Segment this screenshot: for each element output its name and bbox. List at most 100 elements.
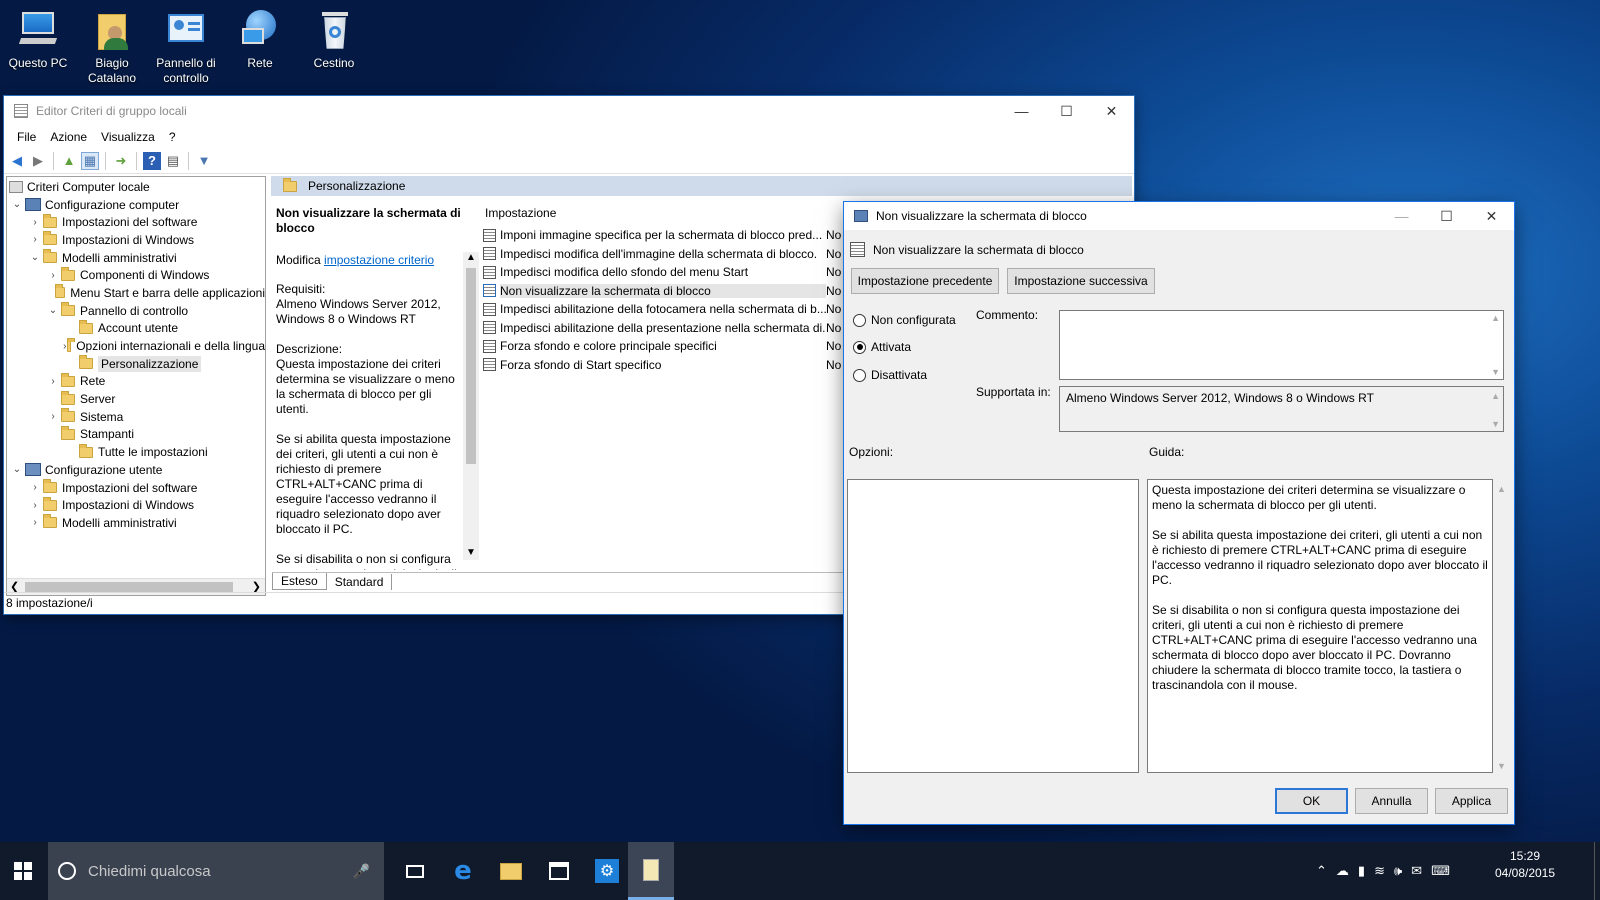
tab-standard[interactable]: Standard [327,573,393,590]
policy-row[interactable]: Impedisci abilitazione della presentazio… [483,319,845,338]
chevron-right-icon[interactable]: › [27,217,43,228]
gpedit-taskbar-button[interactable] [628,842,674,900]
tab-extended[interactable]: Esteso [272,573,327,590]
help-icon[interactable]: ? [143,151,161,170]
scroll-up-icon[interactable]: ▲ [466,252,476,263]
dialog-titlebar[interactable]: Non visualizzare la schermata di blocco … [844,202,1514,230]
action-center-icon[interactable]: ✉ [1411,863,1422,879]
tree-hscroll-thumb[interactable] [25,582,233,592]
tree-item-computer-config[interactable]: ⌄ Configurazione computer [7,196,265,214]
tree-item-server[interactable]: Server [7,390,265,408]
start-button[interactable] [0,842,46,900]
explorer-taskbar-button[interactable] [488,842,534,900]
power-plug-icon[interactable]: ▮ [1358,863,1365,879]
desktop-icon-control-panel[interactable]: Pannello di controllo [152,8,220,86]
tree-item-software-settings[interactable]: › Impostazioni del software [7,213,265,231]
up-folder-icon[interactable]: ▲ [60,152,78,170]
scroll-down-icon[interactable]: ▼ [1491,367,1500,377]
help-panel[interactable]: Questa impostazione dei criteri determin… [1147,479,1493,773]
scroll-up-icon[interactable]: ▲ [1491,391,1500,401]
tree-item-start-menu[interactable]: Menu Start e barra delle applicazioni [7,284,265,302]
next-setting-button[interactable]: Impostazione successiva [1007,268,1155,294]
gpedit-titlebar[interactable]: Editor Criteri di gruppo locali — ☐ ✕ [4,96,1134,126]
tree-item-user-accounts[interactable]: Account utente [7,319,265,338]
back-arrow-icon[interactable]: ◀ [8,152,26,170]
export-list-icon[interactable]: ➜ [112,152,130,170]
desktop-icon-this-pc[interactable]: Questo PC [4,8,72,71]
settings-taskbar-button[interactable]: ⚙ [584,842,630,900]
edge-taskbar-button[interactable]: e [440,842,486,900]
policy-row-selected[interactable]: Non visualizzare la schermata di blocco N… [483,282,845,301]
edit-policy-link[interactable]: impostazione criterio [324,253,434,267]
wifi-icon[interactable]: ≋ [1374,863,1385,879]
store-taskbar-button[interactable] [536,842,582,900]
cancel-button[interactable]: Annulla [1355,788,1428,814]
chevron-right-icon[interactable]: › [45,376,61,387]
tree-item-regional-options[interactable]: › Opzioni internazionali e della lingua [7,337,265,355]
clock[interactable]: 15:29 04/08/2015 [1490,848,1560,882]
tree-item-admin-templates[interactable]: ⌄ Modelli amministrativi [7,249,265,267]
chevron-down-icon[interactable]: ⌄ [9,199,25,210]
minimize-button[interactable]: — [1379,202,1424,230]
minimize-button[interactable]: — [999,96,1044,126]
maximize-button[interactable]: ☐ [1044,96,1089,126]
menu-help[interactable]: ? [162,130,183,144]
keyboard-icon[interactable]: ⌨ [1431,863,1450,879]
tree-item-user-config[interactable]: ⌄ Configurazione utente [7,461,265,479]
desktop-icon-user-folder[interactable]: Biagio Catalano [78,8,146,86]
onedrive-icon[interactable]: ☁ [1336,863,1349,879]
menu-file[interactable]: File [10,130,43,144]
tree-item-windows-components[interactable]: › Componenti di Windows [7,266,265,284]
ok-button[interactable]: OK [1275,788,1348,814]
chevron-down-icon[interactable]: ⌄ [45,305,61,316]
menu-view[interactable]: Visualizza [94,130,162,144]
scroll-up-icon[interactable]: ▲ [1491,313,1500,323]
forward-arrow-icon[interactable]: ▶ [29,152,47,170]
previous-setting-button[interactable]: Impostazione precedente [851,268,999,294]
chevron-right-icon[interactable]: › [27,500,43,511]
tree-item-network[interactable]: › Rete [7,372,265,391]
policy-row[interactable]: Imponi immagine specifica per la scherma… [483,226,845,245]
radio-disabled[interactable]: Disattivata [853,368,927,382]
tree-item-personalization[interactable]: Personalizzazione [7,355,265,373]
extended-vscrollbar[interactable]: ▲ ▼ [463,252,479,560]
chevron-down-icon[interactable]: ⌄ [9,464,25,475]
chevron-right-icon[interactable]: › [27,234,43,245]
tree-item-printers[interactable]: Stampanti [7,425,265,444]
tree-pane[interactable]: Criteri Computer locale ⌄ Configurazione … [6,176,266,596]
scroll-down-icon[interactable]: ▼ [466,547,476,558]
desktop-icon-network[interactable]: Rete [226,8,294,71]
chevron-right-icon[interactable]: › [45,270,61,281]
tree-item-system[interactable]: › Sistema [7,408,265,426]
policy-row[interactable]: Forza sfondo di Start specifico No [483,356,845,375]
menu-action[interactable]: Azione [43,130,94,144]
tree-item-user-software-settings[interactable]: › Impostazioni del software [7,479,265,497]
policy-row[interactable]: Impedisci abilitazione della fotocamera … [483,300,845,319]
chevron-right-icon[interactable]: › [27,517,43,528]
list-header-setting[interactable]: Impostazione [483,206,845,222]
close-button[interactable]: ✕ [1469,202,1514,230]
policy-row[interactable]: Impedisci modifica dello sfondo del menu… [483,263,845,282]
comment-textarea[interactable]: ▲ ▼ [1059,310,1504,380]
scroll-down-icon[interactable]: ▼ [1491,419,1500,429]
tree-item-control-panel[interactable]: ⌄ Pannello di controllo [7,302,265,320]
search-box[interactable]: Chiedimi qualcosa 🎤 [48,842,384,900]
policy-row[interactable]: Impedisci modifica dell'immagine della s… [483,245,845,264]
filter-icon[interactable]: ▼ [195,152,213,170]
tree-item-user-windows-settings[interactable]: › Impostazioni di Windows [7,496,265,514]
desktop-icon-recycle-bin[interactable]: Cestino [300,8,368,71]
close-button[interactable]: ✕ [1089,96,1134,126]
volume-icon[interactable]: 🕪 [1394,863,1402,879]
policy-row[interactable]: Forza sfondo e colore principale specifi… [483,337,845,356]
tree-item-all-settings[interactable]: Tutte le impostazioni [7,443,265,461]
show-desktop-button[interactable] [1594,842,1600,900]
maximize-button[interactable]: ☐ [1424,202,1469,230]
scroll-down-icon[interactable]: ▼ [1497,761,1506,771]
chevron-up-icon[interactable]: ⌃ [1316,863,1327,879]
tree-item-windows-settings[interactable]: › Impostazioni di Windows [7,231,265,249]
chevron-right-icon[interactable]: › [27,482,43,493]
radio-enabled[interactable]: Attivata [853,340,911,354]
properties-icon[interactable]: ▤ [164,152,182,170]
show-hide-tree-icon[interactable]: ▦ [81,151,99,170]
scroll-up-icon[interactable]: ▲ [1497,484,1506,494]
